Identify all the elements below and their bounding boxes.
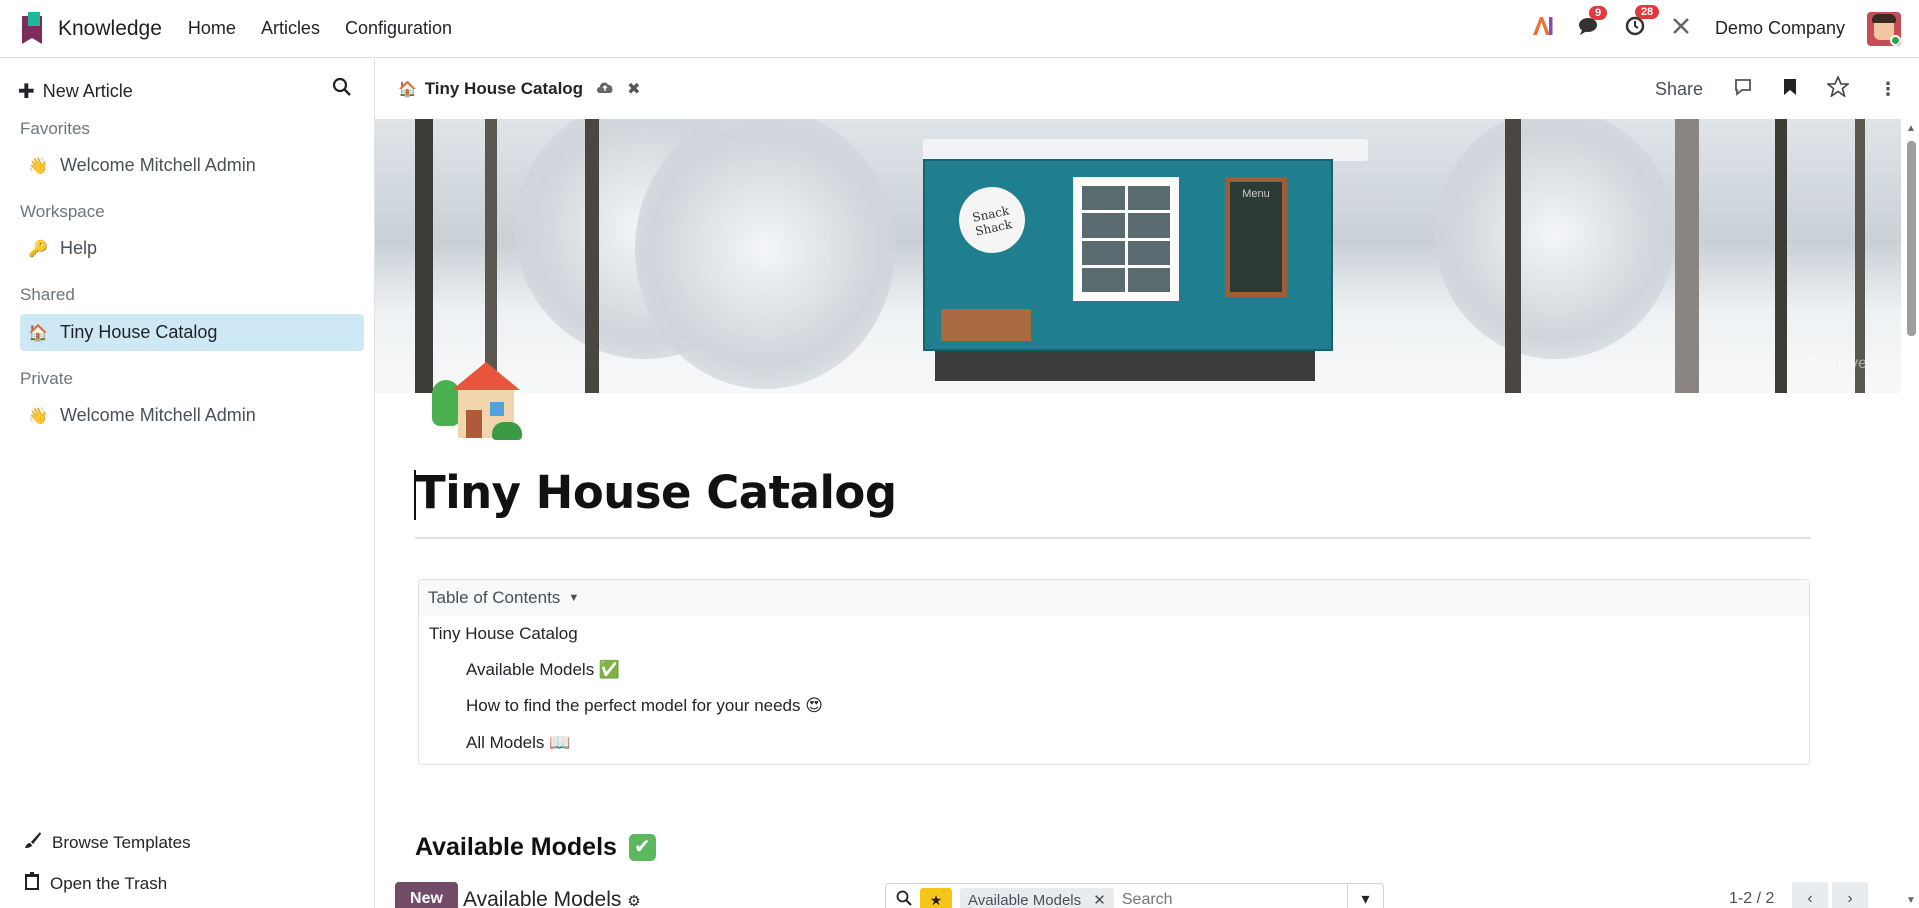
paintbrush-icon [24, 831, 42, 854]
browse-templates-label: Browse Templates [52, 832, 191, 852]
plus-icon: ✚ [18, 81, 35, 103]
waving-hand-icon: 👋 [28, 157, 48, 175]
scroll-down-arrow-icon[interactable]: ▼ [1906, 895, 1916, 906]
sidebar-item-welcome-private[interactable]: 👋 Welcome Mitchell Admin [20, 397, 364, 434]
ai-icon[interactable] [1531, 16, 1555, 42]
top-navbar: Knowledge Home Articles Configuration 9 … [0, 0, 1919, 58]
sidebar-item-welcome-favorite[interactable]: 👋 Welcome Mitchell Admin [20, 147, 364, 184]
app-title[interactable]: Knowledge [58, 17, 162, 41]
article-header: 🏠 Tiny House Catalog ✖ Share ⋮ [376, 59, 1919, 119]
shack-menu-board: Menu [1225, 177, 1287, 297]
menu-articles[interactable]: Articles [261, 18, 320, 39]
pager-next-button[interactable]: › [1832, 882, 1868, 908]
title-divider [415, 537, 1811, 539]
private-section-title[interactable]: Private [20, 369, 73, 389]
sidebar-item-label: Welcome Mitchell Admin [60, 405, 256, 425]
knowledge-sidebar: ✚ New Article Favorites 👋 Welcome Mitche… [0, 59, 375, 908]
trash-icon [24, 872, 40, 895]
check-mark-icon: ✔ [628, 834, 656, 861]
embedded-view-title-text: Available Models [463, 888, 622, 908]
toc-header[interactable]: Table of Contents ▼ [419, 580, 1809, 616]
sidebar-item-label: Welcome Mitchell Admin [60, 155, 256, 175]
messages-badge: 9 [1588, 5, 1608, 20]
search-facet: Available Models ✕ [960, 888, 1114, 908]
open-trash-button[interactable]: Open the Trash [24, 872, 167, 895]
breadcrumb-title[interactable]: Tiny House Catalog [425, 79, 583, 99]
remove-cover-button[interactable]: Remove [1807, 355, 1867, 373]
embedded-view-controlpanel: New Available Models ⚙ ★ Available Model… [395, 882, 1895, 908]
toc-title: Table of Contents [428, 588, 561, 607]
embedded-view-title: Available Models ⚙ [463, 888, 641, 908]
activities-badge: 28 [1634, 4, 1660, 19]
article-cover-image: Snack Shack Menu Remove [375, 119, 1901, 393]
navbar-systray: 9 28 Demo Company [1531, 4, 1919, 46]
shared-section-title[interactable]: Shared [20, 285, 75, 305]
article-actions: Share ⋮ [1655, 74, 1919, 102]
toc-link-available-models[interactable]: Available Models ✅ [466, 660, 620, 680]
user-avatar[interactable] [1867, 11, 1901, 46]
breadcrumb: 🏠 Tiny House Catalog [398, 79, 583, 99]
search-options-dropdown[interactable]: ▾ [1347, 884, 1383, 908]
search-panel: ★ Available Models ✕ ▾ [885, 883, 1384, 908]
sidebar-item-tiny-house-catalog[interactable]: 🏠 Tiny House Catalog [20, 314, 364, 351]
favorite-star-icon[interactable] [1825, 74, 1851, 102]
scroll-up-arrow-icon[interactable]: ▲ [1906, 123, 1916, 134]
pager-previous-button[interactable]: ‹ [1792, 882, 1828, 908]
debug-tools-icon[interactable] [1669, 16, 1693, 42]
section-heading-text: Available Models [415, 833, 617, 861]
open-trash-label: Open the Trash [50, 873, 168, 893]
search-icon [896, 890, 912, 908]
toc-link-all-models[interactable]: All Models 📖 [466, 733, 570, 753]
company-switcher[interactable]: Demo Company [1715, 18, 1845, 39]
search-icon[interactable] [332, 77, 352, 103]
waving-hand-icon: 👋 [28, 407, 48, 425]
new-article-label: New Article [42, 81, 133, 101]
remove-facet-icon[interactable]: ✕ [1093, 892, 1106, 908]
workspace-section-title[interactable]: Workspace [20, 202, 105, 222]
menu-configuration[interactable]: Configuration [345, 18, 452, 39]
shack-window [1073, 177, 1179, 301]
new-record-button[interactable]: New [395, 882, 458, 908]
article-title[interactable]: Tiny House Catalog [415, 466, 897, 519]
snack-shack-sign: Snack Shack [952, 180, 1032, 260]
pager-value[interactable]: 1-2 / 2 [1729, 890, 1774, 908]
article-house-icon[interactable] [430, 362, 522, 444]
knowledge-app-icon[interactable] [20, 11, 44, 46]
new-article-button[interactable]: ✚ New Article [18, 79, 133, 104]
bookmark-icon[interactable] [1783, 78, 1797, 101]
content-scrollbar[interactable]: ▲ ▼ [1903, 119, 1919, 908]
discard-close-icon[interactable]: ✖ [627, 79, 640, 99]
house-icon: 🏠 [28, 324, 48, 342]
browse-templates-button[interactable]: Browse Templates [24, 831, 191, 854]
house-icon: 🏠 [398, 81, 417, 98]
messages-icon[interactable]: 9 [1577, 5, 1608, 42]
favorites-section-title[interactable]: Favorites [20, 119, 90, 139]
favorite-filter-star-icon: ★ [920, 888, 952, 908]
share-button[interactable]: Share [1655, 79, 1703, 100]
key-icon: 🔑 [28, 240, 48, 258]
toc-link-tiny-house-catalog[interactable]: Tiny House Catalog [429, 624, 578, 644]
caret-down-icon: ▼ [568, 592, 580, 604]
sidebar-item-label: Help [60, 238, 98, 258]
menu-home[interactable]: Home [188, 18, 236, 39]
shack-roof [923, 139, 1368, 161]
toc-link-find-perfect-model[interactable]: How to find the perfect model for your n… [466, 696, 823, 716]
comments-icon[interactable] [1733, 78, 1753, 101]
section-heading-available-models: Available Models ✔ [415, 833, 656, 862]
gear-icon[interactable]: ⚙ [627, 893, 640, 908]
online-status-icon [1890, 34, 1901, 46]
more-options-icon[interactable]: ⋮ [1879, 79, 1897, 100]
sidebar-item-help[interactable]: 🔑 Help [20, 230, 364, 267]
main-menu: Home Articles Configuration [188, 18, 452, 39]
table-of-contents: Table of Contents ▼ Tiny House Catalog A… [418, 579, 1810, 765]
sidebar-item-label: Tiny House Catalog [60, 322, 218, 342]
search-input[interactable] [1121, 891, 1272, 908]
snack-shack: Snack Shack Menu [923, 159, 1333, 351]
activities-clock-icon[interactable]: 28 [1623, 4, 1660, 43]
search-facet-label: Available Models [968, 892, 1082, 908]
scrollbar-thumb[interactable] [1907, 141, 1916, 336]
shack-chassis [935, 351, 1315, 381]
cloud-upload-icon[interactable] [595, 79, 615, 100]
shack-wood-board [941, 309, 1031, 341]
